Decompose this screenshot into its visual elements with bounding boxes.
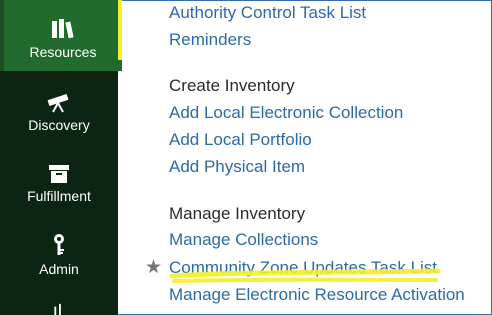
sidebar-item-analytics[interactable] <box>0 302 118 315</box>
sidebar-item-label: Fulfillment <box>27 188 91 204</box>
sidebar-item-fulfillment[interactable]: Fulfillment <box>0 164 118 214</box>
highlight-underline <box>169 268 441 283</box>
menu-link-add-local-portfolio[interactable]: Add Local Portfolio <box>169 130 312 150</box>
menu-link-add-physical-item[interactable]: Add Physical Item <box>169 157 305 177</box>
menu-link-manage-electronic-resource-activation[interactable]: Manage Electronic Resource Activation <box>169 285 465 305</box>
menu-link-add-local-electronic-collection[interactable]: Add Local Electronic Collection <box>169 103 403 123</box>
section-heading-create-inventory: Create Inventory <box>169 76 295 95</box>
sidebar-item-label: Resources <box>29 44 97 60</box>
key-icon <box>54 234 64 255</box>
menu-link-authority-control-task-list[interactable]: Authority Control Task List <box>169 3 366 23</box>
sidebar-item-resources[interactable]: Resources <box>0 0 122 71</box>
star-icon[interactable]: ★ <box>145 256 162 279</box>
sidebar-item-discovery[interactable]: Discovery <box>0 93 118 143</box>
section-heading-manage-inventory: Manage Inventory <box>169 204 306 223</box>
archive-box-icon <box>49 165 69 183</box>
sidebar: Resources Discovery Fulfillment Admin <box>0 0 122 315</box>
chart-icon <box>54 303 61 315</box>
sidebar-item-label: Admin <box>39 261 79 277</box>
sidebar-item-admin[interactable]: Admin <box>0 233 118 283</box>
books-icon <box>52 19 74 39</box>
telescope-icon <box>47 94 69 113</box>
sidebar-item-label: Discovery <box>28 117 90 133</box>
menu-link-reminders[interactable]: Reminders <box>169 30 251 50</box>
menu-link-manage-collections[interactable]: Manage Collections <box>169 230 318 250</box>
